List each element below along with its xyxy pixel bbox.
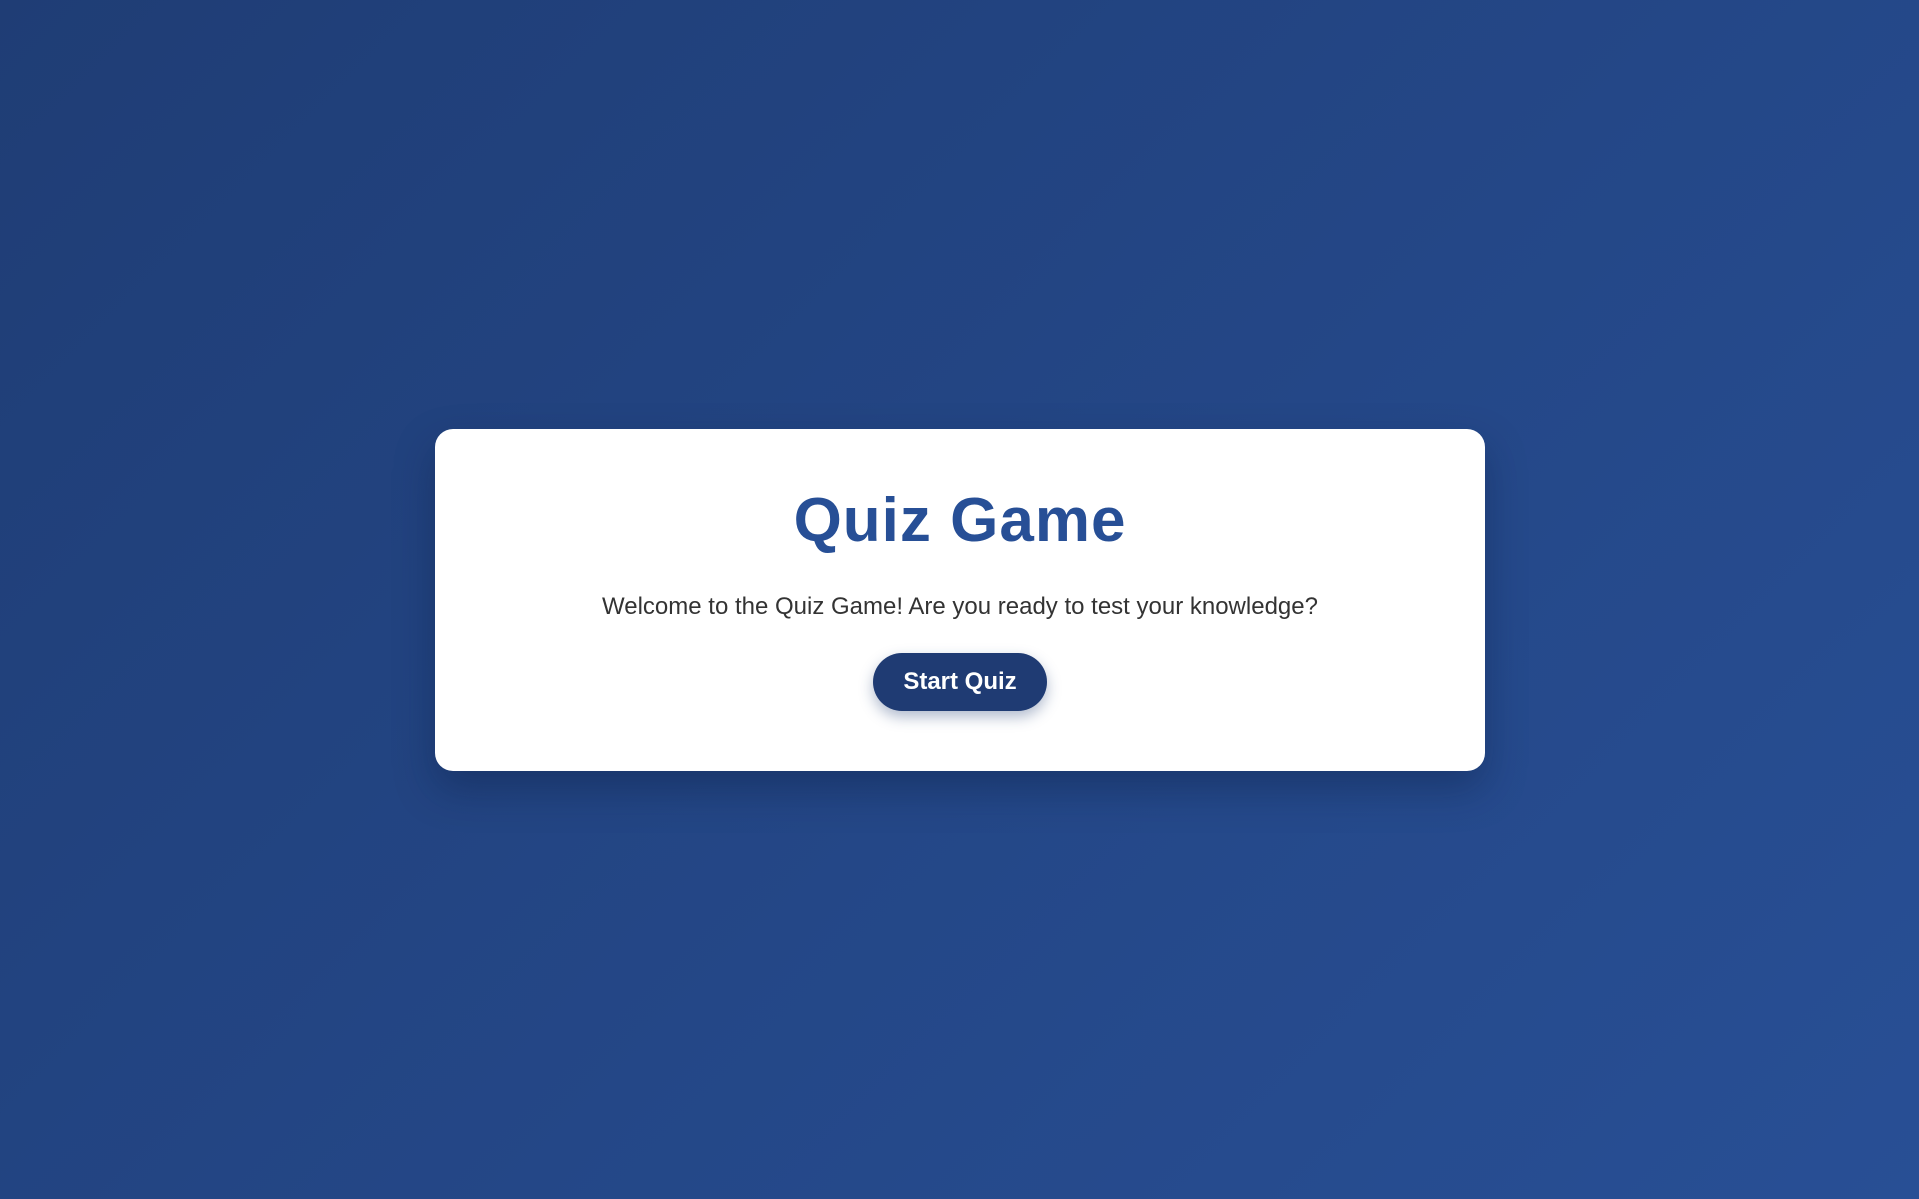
quiz-card: Quiz Game Welcome to the Quiz Game! Are … [435,429,1485,771]
start-quiz-button[interactable]: Start Quiz [873,653,1047,711]
welcome-text: Welcome to the Quiz Game! Are you ready … [602,593,1318,620]
page-title: Quiz Game [793,486,1127,555]
